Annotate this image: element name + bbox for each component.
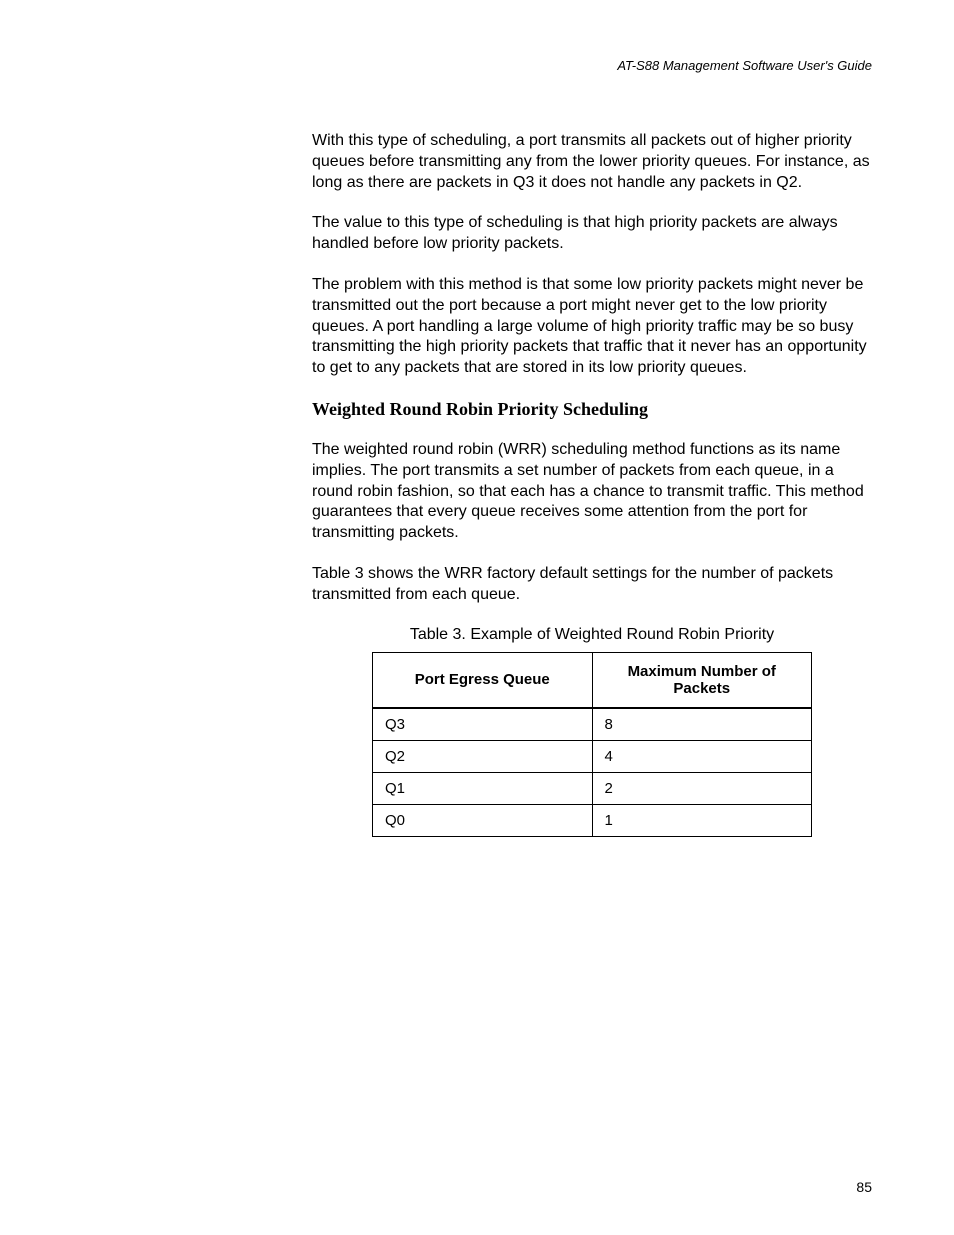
table-cell-packets: 4: [592, 740, 812, 772]
table-header-queue: Port Egress Queue: [373, 652, 593, 708]
table-caption: Table 3. Example of Weighted Round Robin…: [312, 626, 872, 644]
paragraph-2: The value to this type of scheduling is …: [312, 213, 872, 255]
table-row: Q3 8: [373, 708, 812, 741]
table-cell-queue: Q3: [373, 708, 593, 741]
table-header-row: Port Egress Queue Maximum Number of Pack…: [373, 652, 812, 708]
table-cell-packets: 2: [592, 772, 812, 804]
page-number: 85: [856, 1179, 872, 1195]
page-header: AT-S88 Management Software User's Guide: [82, 58, 872, 73]
table-cell-packets: 8: [592, 708, 812, 741]
section-subheading: Weighted Round Robin Priority Scheduling: [312, 399, 872, 420]
main-content: With this type of scheduling, a port tra…: [312, 131, 872, 837]
wrr-table: Port Egress Queue Maximum Number of Pack…: [372, 652, 812, 837]
paragraph-3: The problem with this method is that som…: [312, 275, 872, 379]
table-cell-queue: Q2: [373, 740, 593, 772]
table-row: Q2 4: [373, 740, 812, 772]
table-cell-queue: Q0: [373, 804, 593, 836]
table-cell-packets: 1: [592, 804, 812, 836]
table-header-packets: Maximum Number of Packets: [592, 652, 812, 708]
table-cell-queue: Q1: [373, 772, 593, 804]
paragraph-4: The weighted round robin (WRR) schedulin…: [312, 440, 872, 544]
table-row: Q1 2: [373, 772, 812, 804]
paragraph-5: Table 3 shows the WRR factory default se…: [312, 564, 872, 606]
table-row: Q0 1: [373, 804, 812, 836]
paragraph-1: With this type of scheduling, a port tra…: [312, 131, 872, 193]
